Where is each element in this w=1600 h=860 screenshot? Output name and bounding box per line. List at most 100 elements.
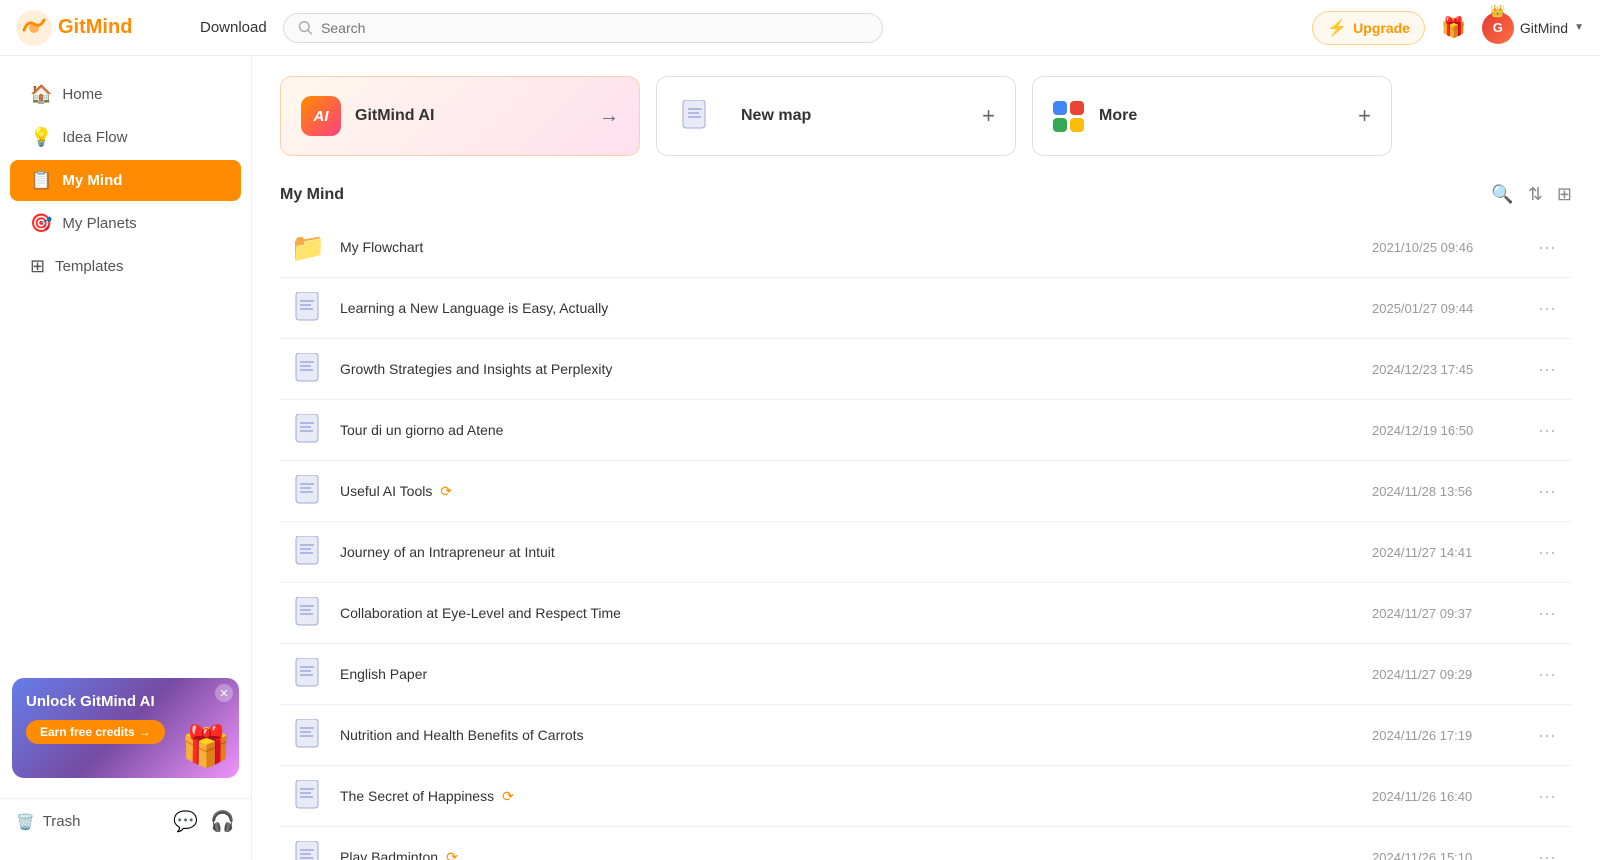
- sidebar-item-my-mind[interactable]: 📋 My Mind: [10, 160, 241, 201]
- file-row[interactable]: Nutrition and Health Benefits of Carrots…: [280, 705, 1572, 766]
- search-bar[interactable]: [283, 13, 883, 43]
- card-plus-icon: +: [982, 103, 995, 129]
- file-date: 2024/11/26 16:40: [1372, 789, 1532, 804]
- logo-icon: [16, 10, 52, 46]
- file-name: The Secret of Happiness ⟳: [340, 788, 1372, 805]
- doc-icon: [290, 595, 326, 631]
- promo-btn-label: Earn free credits: [40, 725, 135, 739]
- doc-icon: [290, 473, 326, 509]
- file-date: 2021/10/25 09:46: [1372, 240, 1532, 255]
- file-more-button[interactable]: ···: [1532, 786, 1562, 807]
- search-icon: [298, 20, 313, 36]
- file-more-button[interactable]: ···: [1532, 298, 1562, 319]
- file-date: 2024/11/27 09:29: [1372, 667, 1532, 682]
- gitmind-ai-card[interactable]: AI GitMind AI →: [280, 76, 640, 156]
- promo-title: Unlock GitMind AI: [26, 692, 225, 712]
- earn-credits-button[interactable]: Earn free credits →: [26, 720, 165, 744]
- file-more-button[interactable]: ···: [1532, 481, 1562, 502]
- view-action-icon[interactable]: ⊞: [1557, 184, 1572, 205]
- file-more-button[interactable]: ···: [1532, 420, 1562, 441]
- share-icon: ⟳: [446, 849, 458, 860]
- file-name: My Flowchart: [340, 239, 1372, 255]
- sidebar-item-label: Templates: [55, 258, 123, 275]
- sidebar-item-home[interactable]: 🏠 Home: [10, 74, 241, 115]
- topbar-right: ⚡ Upgrade 🎁 👑 G GitMind ▼: [1312, 11, 1584, 45]
- sidebar-item-label: My Planets: [62, 215, 136, 232]
- upgrade-label: Upgrade: [1353, 20, 1410, 36]
- help-icon[interactable]: 🎧: [210, 809, 235, 834]
- file-row[interactable]: The Secret of Happiness ⟳ 2024/11/26 16:…: [280, 766, 1572, 827]
- map-doc-icon: [681, 100, 709, 132]
- nav-list: 🏠 Home 💡 Idea Flow 📋 My Mind 🎯 My Planet…: [0, 72, 251, 289]
- upgrade-button[interactable]: ⚡ Upgrade: [1312, 11, 1425, 45]
- file-more-button[interactable]: ···: [1532, 237, 1562, 258]
- chat-icon[interactable]: 💬: [173, 809, 198, 834]
- search-action-icon[interactable]: 🔍: [1491, 184, 1513, 205]
- file-more-button[interactable]: ···: [1532, 847, 1562, 860]
- section-actions: 🔍 ⇅ ⊞: [1491, 184, 1572, 205]
- promo-banner: ✕ Unlock GitMind AI Earn free credits → …: [12, 678, 239, 778]
- file-row[interactable]: English Paper 2024/11/27 09:29 ···: [280, 644, 1572, 705]
- file-date: 2024/11/26 15:10: [1372, 850, 1532, 860]
- file-list: 📁 My Flowchart 2021/10/25 09:46 ··· Lear…: [280, 217, 1572, 860]
- trash-icon: 🗑️: [16, 813, 35, 831]
- file-row[interactable]: Play Badminton ⟳ 2024/11/26 15:10 ···: [280, 827, 1572, 860]
- sidebar-bottom-icons: 💬 🎧: [173, 809, 235, 834]
- trash-label: Trash: [43, 813, 81, 830]
- file-row[interactable]: Tour di un giorno ad Atene 2024/12/19 16…: [280, 400, 1572, 461]
- doc-icon: [290, 778, 326, 814]
- file-date: 2024/11/26 17:19: [1372, 728, 1532, 743]
- doc-icon: [290, 351, 326, 387]
- file-name: Useful AI Tools ⟳: [340, 483, 1372, 500]
- section-header: My Mind 🔍 ⇅ ⊞: [280, 184, 1572, 205]
- planets-icon: 🎯: [30, 213, 52, 234]
- more-icon: [1053, 101, 1085, 132]
- sidebar-item-my-planets[interactable]: 🎯 My Planets: [10, 203, 241, 244]
- sidebar-item-idea-flow[interactable]: 💡 Idea Flow: [10, 117, 241, 158]
- sidebar: 🏠 Home 💡 Idea Flow 📋 My Mind 🎯 My Planet…: [0, 56, 252, 860]
- share-icon: ⟳: [440, 483, 452, 500]
- search-input[interactable]: [321, 20, 868, 36]
- crown-icon: 👑: [1490, 4, 1505, 18]
- chevron-down-icon: ▼: [1574, 22, 1584, 33]
- card-arrow-icon: →: [599, 105, 619, 128]
- trash-item[interactable]: 🗑️ Trash: [16, 813, 80, 831]
- home-icon: 🏠: [30, 84, 52, 105]
- file-row[interactable]: Collaboration at Eye-Level and Respect T…: [280, 583, 1572, 644]
- more-card[interactable]: More +: [1032, 76, 1392, 156]
- layout: 🏠 Home 💡 Idea Flow 📋 My Mind 🎯 My Planet…: [0, 56, 1600, 860]
- topbar: GitMind Download ⚡ Upgrade 🎁 👑 G GitMind…: [0, 0, 1600, 56]
- file-row[interactable]: Useful AI Tools ⟳ 2024/11/28 13:56 ···: [280, 461, 1572, 522]
- ai-card-label: GitMind AI: [355, 107, 585, 125]
- file-more-button[interactable]: ···: [1532, 542, 1562, 563]
- file-row[interactable]: Journey of an Intrapreneur at Intuit 202…: [280, 522, 1572, 583]
- user-name: GitMind: [1520, 20, 1568, 36]
- logo: GitMind: [16, 10, 176, 46]
- sort-action-icon[interactable]: ⇅: [1528, 184, 1543, 205]
- file-more-button[interactable]: ···: [1532, 664, 1562, 685]
- file-name: Collaboration at Eye-Level and Respect T…: [340, 605, 1372, 621]
- arrow-icon: →: [139, 725, 151, 739]
- file-row[interactable]: 📁 My Flowchart 2021/10/25 09:46 ···: [280, 217, 1572, 278]
- promo-close-button[interactable]: ✕: [215, 684, 233, 702]
- more-plus-icon: +: [1358, 103, 1371, 129]
- new-map-card[interactable]: New map +: [656, 76, 1016, 156]
- doc-icon: [290, 656, 326, 692]
- user-menu[interactable]: 👑 G GitMind ▼: [1482, 12, 1584, 44]
- file-more-button[interactable]: ···: [1532, 603, 1562, 624]
- gift-decoration: 🎁: [181, 723, 231, 770]
- gift-icon[interactable]: 🎁: [1441, 15, 1466, 40]
- file-date: 2024/11/27 09:37: [1372, 606, 1532, 621]
- file-more-button[interactable]: ···: [1532, 725, 1562, 746]
- file-row[interactable]: Learning a New Language is Easy, Actuall…: [280, 278, 1572, 339]
- new-map-label: New map: [741, 107, 968, 125]
- file-name: Play Badminton ⟳: [340, 849, 1372, 860]
- folder-icon: 📁: [290, 229, 326, 265]
- file-more-button[interactable]: ···: [1532, 359, 1562, 380]
- download-label: Download: [200, 19, 267, 36]
- sidebar-item-templates[interactable]: ⊞ Templates: [10, 246, 241, 287]
- file-row[interactable]: Growth Strategies and Insights at Perple…: [280, 339, 1572, 400]
- new-map-icon: [677, 98, 713, 134]
- ai-badge: AI: [301, 96, 341, 136]
- more-label: More: [1099, 107, 1344, 125]
